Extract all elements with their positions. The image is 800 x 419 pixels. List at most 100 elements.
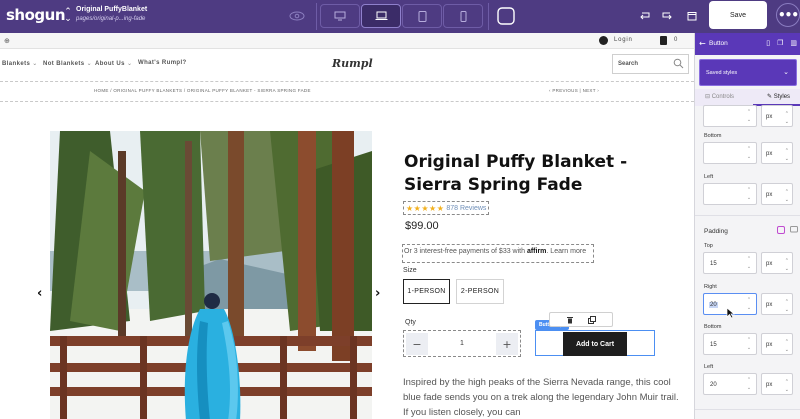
qty-increase-button[interactable]: + — [496, 333, 518, 355]
unit-value: px — [766, 151, 773, 157]
tab-styles-label: Styles — [773, 94, 791, 100]
margin-bottom-input[interactable]: ⌃ ⌄ — [703, 142, 757, 164]
styles-panel: ← Button ▯ ❐ ▥ Saved styles ⌄ ⊟ Controls… — [694, 33, 800, 419]
padding-left-input[interactable]: 20 ⌃ ⌄ — [703, 373, 757, 395]
search-icon[interactable] — [673, 58, 684, 69]
padding-top-unit-select[interactable]: px ⌃ ⌄ — [761, 252, 793, 274]
brand-logo[interactable]: Rumpl — [332, 57, 373, 70]
section-divider — [695, 409, 800, 410]
stepper-arrows-icon[interactable]: ⌃ ⌄ — [745, 376, 753, 392]
nav-item-whats-rumpl[interactable]: What's Rumpl? — [138, 60, 187, 66]
reviews-link[interactable]: 878 Reviews — [446, 205, 486, 212]
add-to-cart-button[interactable]: Add to Cart — [563, 332, 627, 356]
mobile-icon — [460, 10, 466, 22]
margin-right-input[interactable]: ⌃ ⌄ — [703, 105, 757, 127]
quantity-stepper[interactable]: − 1 + — [403, 330, 521, 357]
laptop-view-button[interactable] — [361, 4, 401, 28]
globe-icon[interactable]: ⊕ — [4, 37, 10, 45]
more-options-button[interactable]: ••• — [776, 3, 800, 27]
toolbar-divider — [488, 3, 489, 30]
tablet-view-button[interactable] — [402, 4, 442, 28]
padding-bottom-value: 15 — [710, 342, 717, 348]
eye-icon — [289, 11, 305, 21]
margin-left-unit-select[interactable]: px ⌃ ⌄ — [761, 183, 793, 205]
desktop-icon — [334, 11, 346, 21]
back-arrow-icon[interactable]: ← — [699, 39, 706, 48]
margin-bottom-unit-select[interactable]: px ⌃ ⌄ — [761, 142, 793, 164]
padding-left-unit-select[interactable]: px ⌃ ⌄ — [761, 373, 793, 395]
utility-bar: ⊕ Login 0 — [0, 33, 694, 49]
margin-bottom-label: Bottom — [704, 133, 722, 139]
stepper-arrows-icon[interactable]: ⌃ ⌄ — [745, 336, 753, 352]
stepper-arrows-icon[interactable]: ⌃ ⌄ — [745, 186, 753, 202]
affirm-learn-more-link[interactable]: Learn more — [550, 248, 586, 255]
duplicate-icon[interactable] — [588, 315, 596, 324]
fullwidth-toggle-button[interactable] — [494, 4, 518, 28]
redo-icon — [662, 12, 672, 20]
undo-button[interactable] — [636, 4, 654, 28]
trash-icon[interactable]: ▥ — [790, 39, 797, 47]
star-rating-icon: ★★★★★ — [406, 203, 445, 213]
padding-header-icons — [777, 226, 798, 234]
chevron-down-icon: ⌄ — [126, 61, 133, 67]
nav-item-blankets[interactable]: Blankets ⌄ — [2, 60, 38, 67]
schedule-button[interactable] — [684, 4, 700, 28]
tab-controls[interactable]: ⊟ Controls — [705, 93, 734, 100]
image-prev-arrow-icon[interactable]: ‹ — [37, 286, 42, 301]
store-search-input[interactable]: Search — [612, 54, 689, 74]
stepper-arrows-icon[interactable]: ⌃ ⌄ — [745, 255, 753, 271]
link-values-icon[interactable] — [777, 226, 785, 234]
trash-icon[interactable] — [566, 316, 574, 324]
nav-item-not-blankets[interactable]: Not Blankets ⌄ — [43, 60, 92, 67]
padding-top-input[interactable]: 15 ⌃ ⌄ — [703, 252, 757, 274]
redo-button[interactable] — [658, 4, 676, 28]
bookmark-icon[interactable]: ▯ — [766, 39, 770, 47]
unit-chevron-icon: ⌃ ⌄ — [784, 258, 789, 272]
page-switcher-chevron-icon[interactable]: ⌃ ⌄ — [64, 7, 72, 23]
store-nav: Blankets ⌄ Not Blankets ⌄ About Us ⌄ Wha… — [0, 49, 694, 79]
page-name[interactable]: Original PuffyBlanket — [76, 6, 147, 13]
margin-right-unit-select[interactable]: px ⌃ ⌄ — [761, 105, 793, 127]
login-link[interactable]: Login — [614, 37, 633, 43]
stepper-arrows-icon[interactable]: ⌃ ⌄ — [745, 108, 753, 124]
affirm-message: Or 3 interest-free payments of $33 with … — [402, 244, 594, 263]
nav-item-label: Blankets — [2, 61, 31, 67]
padding-bottom-input[interactable]: 15 ⌃ ⌄ — [703, 333, 757, 355]
element-toolbar — [549, 312, 613, 327]
affirm-logo: affirm — [526, 248, 547, 255]
saved-styles-label: Saved styles — [706, 70, 738, 76]
product-pager[interactable]: ‹ PREVIOUS | NEXT › — [549, 88, 599, 93]
desktop-view-button[interactable] — [320, 4, 360, 28]
tab-styles[interactable]: ✎ Styles — [767, 93, 790, 100]
mouse-cursor-icon — [726, 307, 735, 319]
product-image[interactable] — [50, 131, 372, 419]
cart-bag-icon[interactable] — [660, 36, 667, 45]
editor-topbar: shogun ⌃ ⌄ Original PuffyBlanket pages/or… — [0, 0, 800, 33]
stepper-arrows-icon[interactable]: ⌃ ⌄ — [745, 296, 753, 312]
account-icon[interactable] — [599, 36, 608, 45]
nav-item-about-us[interactable]: About Us ⌄ — [95, 60, 132, 67]
chevron-down-icon: ⌄ — [86, 61, 92, 67]
size-option-2-person[interactable]: 2-PERSON — [456, 279, 504, 304]
image-next-arrow-icon[interactable]: › — [375, 286, 380, 301]
padding-top-label: Top — [704, 243, 713, 249]
padding-bottom-unit-select[interactable]: px ⌃ ⌄ — [761, 333, 793, 355]
padding-right-unit-select[interactable]: px ⌃ ⌄ — [761, 293, 793, 315]
panel-tabs: ⊟ Controls ✎ Styles — [695, 89, 800, 106]
product-rating[interactable]: ★★★★★ 878 Reviews — [403, 201, 490, 215]
save-button[interactable]: Save — [709, 1, 767, 29]
chevron-down-icon: ⌄ — [32, 61, 38, 67]
preview-eye-button[interactable] — [284, 4, 310, 28]
unit-value: px — [766, 302, 773, 308]
unit-value: px — [766, 342, 773, 348]
comment-icon[interactable] — [790, 226, 798, 234]
mobile-view-button[interactable] — [443, 4, 483, 28]
saved-styles-select[interactable]: Saved styles ⌄ — [699, 59, 797, 86]
copy-icon[interactable]: ❐ — [777, 39, 783, 47]
breadcrumb[interactable]: HOME / ORIGINAL PUFFY BLANKETS / ORIGINA… — [94, 88, 311, 93]
shogun-logo[interactable]: shogun — [6, 6, 66, 24]
stepper-arrows-icon[interactable]: ⌃ ⌄ — [745, 145, 753, 161]
padding-right-value: 20 — [709, 302, 718, 308]
margin-left-input[interactable]: ⌃ ⌄ — [703, 183, 757, 205]
size-option-1-person[interactable]: 1-PERSON — [403, 279, 450, 304]
